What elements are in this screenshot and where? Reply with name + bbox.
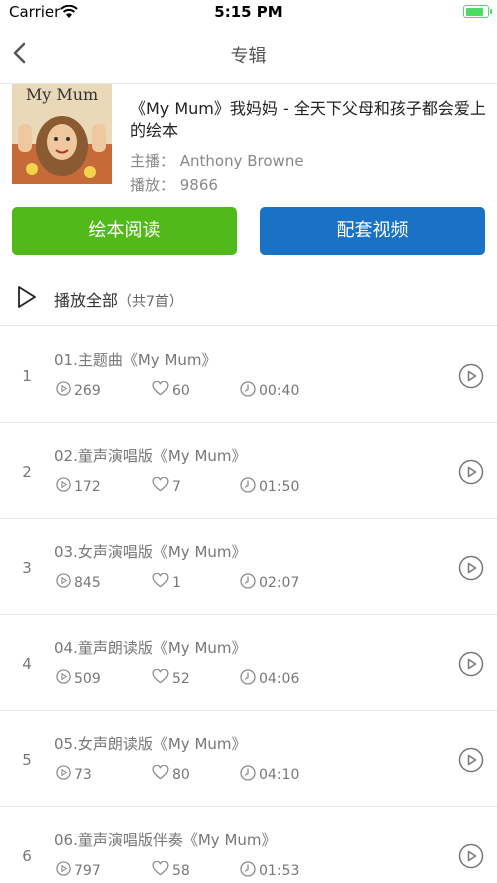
like-count: 58 [152,860,190,880]
duration: 02:07 [240,573,299,593]
like-count: 1 [152,572,181,592]
play-all-row[interactable]: 播放全部（共7首） [0,270,497,326]
track-number: 6 [22,847,32,865]
play-all-text: 播放全部 [54,291,119,310]
play-count-value: 269 [74,382,101,399]
cover-title: My Mum [26,85,98,104]
clock-icon [240,477,259,497]
play-circle-icon[interactable] [458,651,484,677]
duration-value: 04:10 [259,767,300,783]
play-circle-icon[interactable] [458,459,484,485]
like-count-value: 80 [172,766,190,783]
play-count-icon [56,381,74,400]
nav-bar: 专辑 [0,24,497,84]
track-title: 03.女声演唱版《My Mum》 [54,543,247,561]
page-title: 专辑 [230,46,267,67]
battery-tip [490,9,492,14]
clock: 5:15 PM [214,3,283,21]
play-count: 73 [56,765,92,784]
album-plays: 播放： 9866 [130,176,218,194]
duration: 01:53 [240,861,299,881]
play-count-icon [56,477,74,496]
clock-icon [240,861,259,881]
track-number: 5 [22,751,32,769]
track-row[interactable]: 6 06.童声演唱版伴奏《My Mum》 797 58 01:53 [0,807,497,883]
play-count: 269 [56,381,101,400]
play-circle-icon[interactable] [458,747,484,773]
album-title: 《My Mum》我妈妈 - 全天下父母和孩子都会爱上的绘本 [130,99,486,140]
duration: 00:40 [240,381,299,401]
play-count: 509 [56,669,101,688]
track-title: 02.童声演唱版《My Mum》 [54,447,247,465]
heart-icon [152,668,172,688]
like-count: 80 [152,764,190,784]
track-number: 1 [22,367,32,385]
track-row[interactable]: 1 01.主题曲《My Mum》 269 60 00:40 [0,327,497,423]
play-count-icon [56,573,74,592]
heart-icon [152,764,172,784]
like-count: 52 [152,668,190,688]
album-cover: My Mum [12,84,112,184]
duration: 04:06 [240,669,299,689]
like-count-value: 60 [172,382,190,399]
duration: 04:10 [240,765,299,785]
play-circle-icon[interactable] [458,843,484,869]
track-row[interactable]: 3 03.女声演唱版《My Mum》 845 1 02:07 [0,519,497,615]
album-host: 主播： Anthony Browne [130,152,304,170]
duration-value: 00:40 [259,383,300,399]
play-all-label: 播放全部（共7首） [54,287,183,311]
play-count-icon [56,669,74,688]
heart-icon [152,860,172,880]
play-icon [16,284,38,314]
track-title: 05.女声朗读版《My Mum》 [54,735,247,753]
heart-icon [152,572,172,592]
duration: 01:50 [240,477,299,497]
play-count: 172 [56,477,101,496]
like-count-value: 52 [172,670,190,687]
track-row[interactable]: 4 04.童声朗读版《My Mum》 509 52 04:06 [0,615,497,711]
track-row[interactable]: 2 02.童声演唱版《My Mum》 172 7 01:50 [0,423,497,519]
status-bar: Carrier 5:15 PM [0,0,497,24]
play-count-value: 509 [74,670,101,687]
battery-icon [463,5,489,18]
play-circle-icon[interactable] [458,555,484,581]
track-title: 06.童声演唱版伴奏《My Mum》 [54,831,277,849]
track-title: 04.童声朗读版《My Mum》 [54,639,247,657]
duration-value: 01:53 [259,863,300,879]
clock-icon [240,765,259,785]
play-count: 797 [56,861,101,880]
play-count-icon [56,765,74,784]
companion-video-button[interactable]: 配套视频 [260,207,485,255]
like-count-value: 7 [172,478,181,495]
play-count-value: 797 [74,862,101,879]
heart-icon [152,476,172,496]
like-count: 7 [152,476,181,496]
play-circle-icon[interactable] [458,363,484,389]
track-row[interactable]: 5 05.女声朗读版《My Mum》 73 80 04:10 [0,711,497,807]
like-count-value: 58 [172,862,190,879]
duration-value: 04:06 [259,671,300,687]
duration-value: 02:07 [259,575,300,591]
like-count-value: 1 [172,574,181,591]
play-count: 845 [56,573,101,592]
picture-book-read-button[interactable]: 绘本阅读 [12,207,237,255]
like-count: 60 [152,380,190,400]
play-count-value: 172 [74,478,101,495]
play-count-value: 845 [74,574,101,591]
track-count: （共7首） [118,294,183,310]
track-number: 2 [22,463,32,481]
clock-icon [240,573,259,593]
clock-icon [240,669,259,689]
heart-icon [152,380,172,400]
play-count-icon [56,861,74,880]
duration-value: 01:50 [259,479,300,495]
track-number: 3 [22,559,32,577]
clock-icon [240,381,259,401]
play-count-value: 73 [74,766,92,783]
track-number: 4 [22,655,32,673]
track-title: 01.主题曲《My Mum》 [54,351,217,369]
